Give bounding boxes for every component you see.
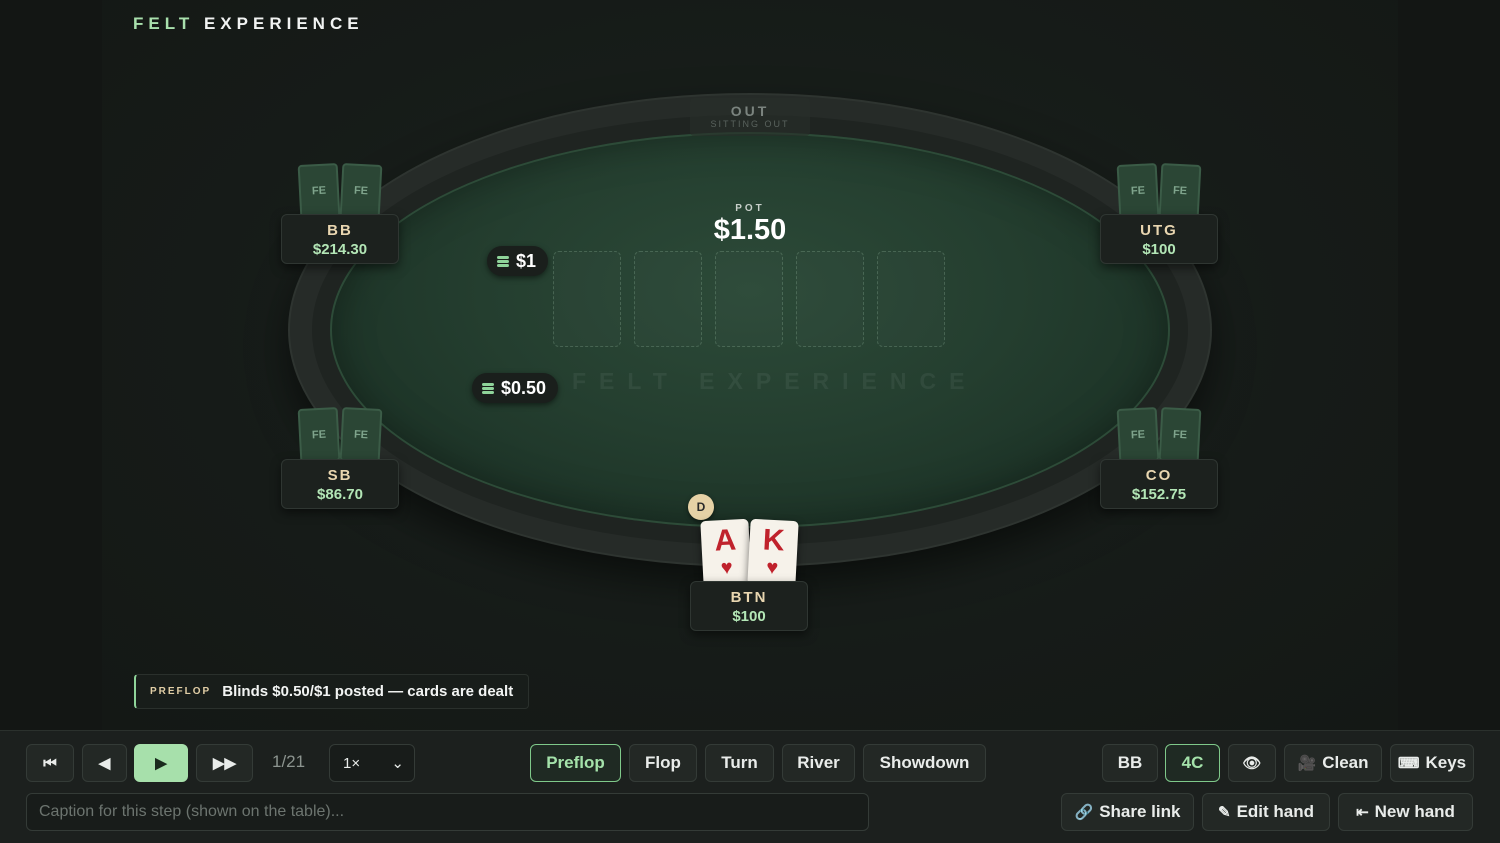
share-label: Share link	[1099, 802, 1181, 821]
step-back-icon: ◀	[98, 754, 111, 772]
seat-utg-cards: FE FE	[1116, 162, 1202, 220]
seat-stack: $100	[1142, 241, 1176, 258]
bet-amount: $0.50	[501, 377, 547, 398]
board-slot-4	[796, 251, 864, 347]
board-slot-2	[634, 251, 702, 347]
brand-part-2: EXPERIENCE	[203, 14, 364, 33]
seat-stack: $100	[732, 608, 766, 625]
hero-card-2: K ♥	[747, 518, 799, 588]
street-turn[interactable]: Turn	[705, 744, 774, 782]
pot-label: POT	[735, 203, 765, 214]
heart-icon: ♥	[765, 556, 779, 580]
prev-step-button[interactable]: ◀	[82, 744, 127, 782]
chevron-down-icon: ⌄	[391, 755, 404, 772]
eye-icon: 👁	[1242, 754, 1262, 772]
camera-icon: 🎥	[1297, 754, 1317, 772]
chip-stack-icon	[482, 382, 494, 394]
bet-bb: $1	[487, 246, 549, 276]
caption-input[interactable]	[26, 793, 869, 831]
hero-card-1: A ♥	[700, 518, 752, 588]
card-rank: A	[713, 523, 738, 558]
seat-position: CO	[1145, 467, 1173, 484]
link-icon: 🔗	[1074, 803, 1094, 821]
seat-co[interactable]: CO $152.75	[1100, 459, 1218, 509]
seat-position: SB	[327, 467, 353, 484]
speed-select[interactable]: 1× ⌄	[329, 744, 415, 782]
seat-position: UTG	[1140, 222, 1178, 239]
skip-back-icon: ⏮	[43, 754, 57, 772]
card-back: FE	[297, 406, 341, 464]
seat-stack: $86.70	[317, 486, 363, 503]
keys-button[interactable]: ⌨ Keys	[1390, 744, 1474, 782]
seat-sb-cards: FE FE	[297, 406, 383, 464]
card-back: FE	[1116, 162, 1160, 220]
clean-mode-button[interactable]: 🎥 Clean	[1284, 744, 1382, 782]
seat-btn[interactable]: BTN $100	[690, 581, 808, 631]
felt-watermark: FELT EXPERIENCE	[572, 368, 978, 394]
fast-forward-icon: ▶▶	[212, 754, 237, 772]
new-hand-button[interactable]: ⇤ New hand	[1338, 793, 1473, 831]
pot-value: $1.50	[713, 214, 787, 246]
keys-label: Keys	[1425, 753, 1467, 772]
caption-text: Blinds $0.50/$1 posted — cards are dealt	[222, 683, 514, 700]
seat-bb[interactable]: BB $214.30	[281, 214, 399, 264]
reveal-toggle[interactable]: 👁	[1228, 744, 1276, 782]
card-back: FE	[1116, 406, 1160, 464]
out-label: OUT	[730, 103, 770, 119]
play-icon: ▶	[155, 754, 167, 772]
keyboard-icon: ⌨	[1397, 754, 1420, 772]
bb-units-toggle[interactable]: BB	[1102, 744, 1158, 782]
speed-value: 1×	[343, 754, 361, 772]
play-button[interactable]: ▶	[134, 744, 188, 782]
seat-utg[interactable]: UTG $100	[1100, 214, 1218, 264]
seat-position: BTN	[730, 589, 768, 606]
street-showdown[interactable]: Showdown	[863, 744, 986, 782]
card-back: FE	[297, 162, 341, 220]
card-back: FE	[339, 162, 383, 220]
brand-logo: FELT EXPERIENCE	[133, 14, 364, 34]
card-rank: K	[761, 523, 786, 558]
bet-amount: $1	[516, 250, 537, 271]
seat-position: BB	[327, 222, 353, 239]
out-sublabel: SITTING OUT	[710, 119, 790, 129]
board-slot-3	[715, 251, 783, 347]
board-slot-1	[553, 251, 621, 347]
brand-part-1: FELT	[133, 14, 195, 33]
card-back: FE	[1158, 406, 1202, 464]
dealer-button: D	[688, 494, 714, 520]
seat-sb[interactable]: SB $86.70	[281, 459, 399, 509]
street-preflop[interactable]: Preflop	[530, 744, 621, 782]
share-link-button[interactable]: 🔗 Share link	[1061, 793, 1194, 831]
step-caption: PREFLOP Blinds $0.50/$1 posted — cards a…	[134, 674, 530, 709]
clean-label: Clean	[1322, 753, 1369, 772]
next-step-button[interactable]: ▶▶	[196, 744, 253, 782]
bet-sb: $0.50	[472, 373, 559, 403]
seat-stack: $214.30	[312, 241, 368, 258]
card-back: FE	[339, 406, 383, 464]
chip-stack-icon	[497, 255, 509, 267]
reset-icon: ⇤	[1356, 803, 1369, 821]
board-slot-5	[877, 251, 945, 347]
street-river[interactable]: River	[782, 744, 855, 782]
step-counter: 1/21	[272, 752, 306, 771]
edit-label: Edit hand	[1236, 802, 1315, 821]
new-label: New hand	[1374, 802, 1455, 821]
four-color-toggle[interactable]: 4C	[1165, 744, 1220, 782]
street-flop[interactable]: Flop	[629, 744, 697, 782]
seat-bb-cards: FE FE	[297, 162, 383, 220]
pencil-icon: ✎	[1217, 803, 1231, 821]
seat-sitting-out: OUT SITTING OUT	[690, 98, 810, 136]
seat-co-cards: FE FE	[1116, 406, 1202, 464]
edit-hand-button[interactable]: ✎ Edit hand	[1202, 793, 1330, 831]
card-back: FE	[1158, 162, 1202, 220]
caption-street: PREFLOP	[150, 686, 212, 697]
seat-stack: $152.75	[1131, 486, 1187, 503]
first-step-button[interactable]: ⏮	[26, 744, 74, 782]
heart-icon: ♥	[720, 556, 734, 580]
